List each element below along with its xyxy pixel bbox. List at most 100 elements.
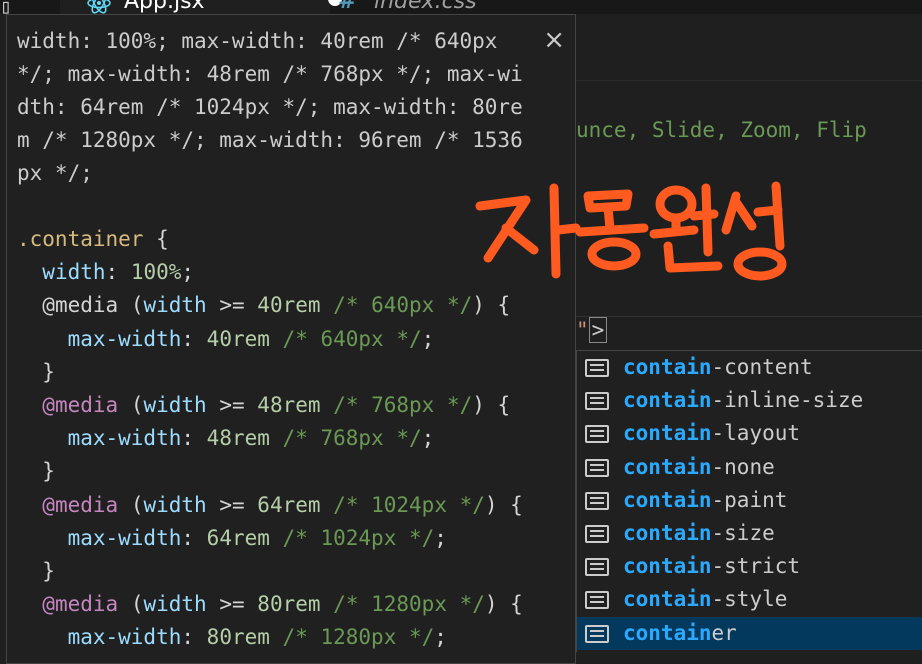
suggest-rest-text: -inline-size	[711, 388, 864, 413]
code-media-feature: width	[143, 492, 207, 517]
suggest-match-text: contain	[623, 620, 712, 645]
code-brace: {	[156, 227, 169, 251]
tab-app-jsx[interactable]: App.jsx	[60, 0, 342, 14]
keyword-icon	[585, 524, 609, 543]
cursor-position[interactable]: " >	[576, 317, 608, 343]
code-media: @media	[42, 293, 119, 318]
code-media-feature: width	[143, 393, 207, 418]
code-operator: >=	[219, 592, 245, 617]
keyword-icon	[585, 392, 609, 411]
code-value: 40rem	[257, 293, 321, 318]
suggest-rest-text: -none	[711, 454, 775, 479]
code-media: @media	[42, 393, 119, 418]
code-value: 100%	[130, 260, 182, 285]
suggest-rest-text: er	[711, 620, 737, 645]
suggest-match-text: contain	[623, 554, 712, 579]
suggest-rest-text: -content	[711, 355, 813, 379]
suggest-match-text: contain	[623, 421, 712, 446]
code-value: 64rem	[206, 525, 270, 550]
code-property: max-width	[67, 326, 182, 351]
keyword-icon	[585, 558, 609, 577]
suggest-match-text: contain	[623, 355, 712, 379]
suggest-rest-text: -size	[711, 520, 775, 545]
code-line-fragment: unce, Slide, Zoom, Flip	[576, 118, 867, 142]
suggest-item-label: contain-content	[623, 351, 813, 384]
code-value: 80rem	[257, 592, 321, 617]
suggest-rest-text: -paint	[711, 487, 788, 512]
suggest-match-text: contain	[623, 520, 712, 545]
code-comment: /* 1280px */	[333, 592, 485, 617]
suggest-item[interactable]: contain-content	[577, 351, 922, 384]
code-selector: .container	[17, 227, 144, 251]
suggest-item-label: contain-strict	[623, 550, 800, 583]
suggest-match-text: contain	[623, 487, 712, 512]
suggest-match-text: contain	[623, 454, 712, 479]
code-value: 48rem	[257, 393, 321, 418]
handwritten-annotation	[468, 176, 798, 286]
tab-label: index.css	[374, 0, 477, 14]
tab-label: App.jsx	[124, 0, 205, 14]
suggest-item[interactable]: contain-style	[577, 583, 922, 616]
suggest-item[interactable]: contain-paint	[577, 484, 922, 517]
code-property: width	[42, 260, 106, 285]
current-line-highlight	[576, 316, 922, 352]
suggest-rest-text: -strict	[711, 554, 801, 579]
suggest-item[interactable]: contain-inline-size	[577, 384, 922, 417]
code-comment: /* 1024px */	[333, 492, 485, 517]
code-media-feature: width	[143, 293, 207, 318]
suggest-item-label: contain-layout	[623, 417, 800, 450]
code-value: 48rem	[206, 426, 270, 451]
suggest-item[interactable]: contain-layout	[577, 417, 922, 450]
hover-popup: width: 100%; max-width: 40rem /* 640px *…	[6, 14, 576, 664]
suggest-item-label: contain-size	[623, 517, 775, 550]
suggest-item[interactable]: contain-none	[577, 451, 922, 484]
hover-description: width: 100%; max-width: 40rem /* 640px *…	[17, 29, 523, 185]
code-property: max-width	[67, 625, 182, 650]
code-comment: /* 768px */	[333, 393, 473, 418]
hover-code-block: .container { width: 100%; @media (width …	[17, 227, 523, 650]
suggest-widget: contain-content contain-inline-size contai…	[576, 350, 922, 652]
suggest-item[interactable]: contain-size	[577, 517, 922, 550]
code-property: max-width	[67, 426, 182, 451]
keyword-icon	[585, 425, 609, 444]
keyword-icon	[585, 491, 609, 510]
code-operator: >=	[219, 293, 245, 318]
code-comment: /* 1280px */	[282, 625, 435, 650]
close-icon[interactable]: ×	[543, 27, 565, 53]
keyword-icon	[585, 458, 609, 477]
suggest-rest-text: -layout	[711, 421, 801, 446]
code-comment: /* 1024px */	[282, 525, 435, 550]
annotation-drawing	[475, 181, 787, 281]
suggest-item[interactable]: contain-strict	[577, 550, 922, 583]
code-comment: /* 768px */	[282, 426, 422, 451]
keyword-icon	[585, 624, 609, 643]
code-media: @media	[42, 492, 119, 517]
keyword-icon	[585, 359, 609, 377]
code-operator: >=	[219, 393, 245, 418]
code-value: 80rem	[206, 625, 270, 650]
css-hash-icon: #	[338, 0, 357, 14]
code-value: 40rem	[206, 326, 270, 351]
suggest-item-label: contain-style	[623, 583, 787, 616]
suggest-match-text: contain	[623, 587, 712, 612]
code-comment: /* 640px */	[282, 326, 422, 351]
suggest-item[interactable]: container	[577, 616, 922, 650]
code-media-feature: width	[143, 592, 207, 617]
suggest-item-label: contain-paint	[623, 484, 787, 517]
keyword-icon	[585, 591, 609, 610]
breadcrumb	[576, 40, 922, 81]
suggest-match-text: contain	[623, 388, 712, 413]
code-comment: /* 640px */	[333, 293, 473, 318]
code-property: max-width	[67, 525, 182, 550]
tab-bar: ▯ App.jsx # index.css	[0, 0, 922, 18]
suggest-item-label: contain-inline-size	[623, 384, 863, 417]
cursor-char: >	[588, 317, 608, 343]
code-operator: >=	[219, 492, 245, 517]
suggest-rest-text: -style	[711, 587, 788, 612]
code-media: @media	[42, 592, 119, 617]
suggest-item-label: container	[623, 617, 737, 650]
code-value: 64rem	[257, 492, 321, 517]
tab-index-css[interactable]: # index.css	[330, 0, 570, 14]
quote-char: "	[576, 318, 589, 342]
suggest-item-label: contain-none	[623, 451, 775, 484]
